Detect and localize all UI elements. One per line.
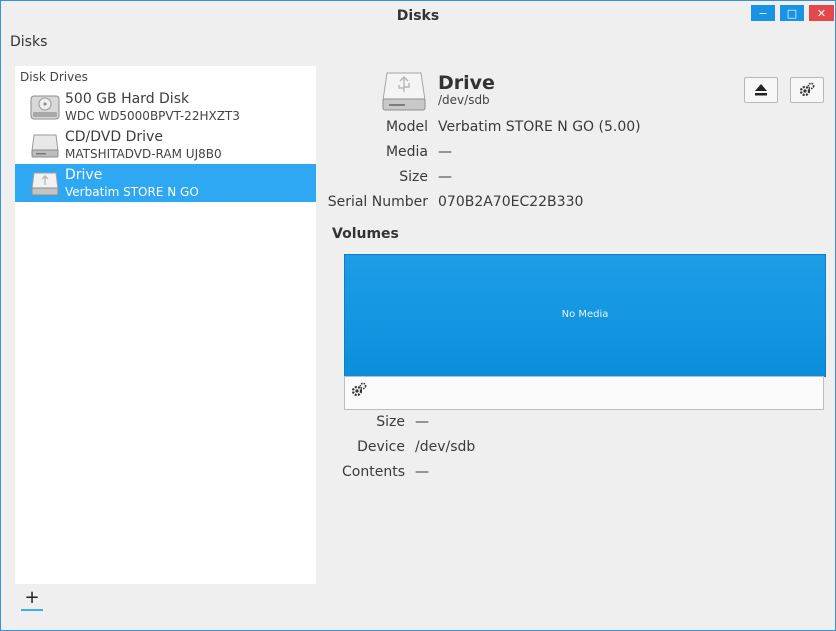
volume-contents-label: Contents <box>342 464 405 480</box>
title-bar[interactable]: Disks − □ ✕ <box>1 1 835 29</box>
disks-window: Disks − □ ✕ Disks Disk Drives 500 GB Har… <box>0 0 836 631</box>
drive-name: 500 GB Hard Disk <box>65 91 190 107</box>
optical-drive-icon <box>31 134 59 158</box>
usb-drive-icon <box>31 172 59 196</box>
volumes-heading: Volumes <box>332 226 399 242</box>
sidebar-item-optical-drive[interactable]: CD/DVD Drive MATSHITADVD-RAM UJ8B0 <box>15 126 316 164</box>
drive-model: WDC WD5000BPVT-22HXZT3 <box>65 109 240 123</box>
drive-name: CD/DVD Drive <box>65 129 163 145</box>
model-label: Model <box>385 119 428 135</box>
serial-number-label: Serial Number <box>327 194 428 210</box>
eject-button[interactable] <box>744 77 778 103</box>
gear-icon <box>799 82 815 97</box>
volume-size-value: — <box>415 414 429 430</box>
drive-model: Verbatim STORE N GO <box>65 185 199 199</box>
drive-settings-button[interactable] <box>790 77 824 103</box>
window-title: Disks <box>396 8 440 24</box>
drive-model: MATSHITADVD-RAM UJ8B0 <box>65 147 222 161</box>
minimize-button[interactable]: − <box>751 5 775 21</box>
no-media-label: No Media <box>561 309 609 320</box>
app-menu[interactable]: Disks <box>10 34 47 50</box>
close-button[interactable]: ✕ <box>809 5 834 21</box>
volume-toolbar <box>344 376 824 410</box>
media-value: — <box>438 144 452 160</box>
drive-title: Drive <box>438 72 495 94</box>
volume-device-label: Device <box>357 439 405 455</box>
sidebar-item-usb-drive[interactable]: Drive Verbatim STORE N GO <box>15 164 316 202</box>
drive-name: Drive <box>65 167 103 183</box>
volume-size-label: Size <box>376 414 405 430</box>
sidebar-item-hard-disk[interactable]: 500 GB Hard Disk WDC WD5000BPVT-22HXZT3 <box>15 88 316 126</box>
usb-drive-icon <box>382 72 426 111</box>
hard-disk-icon <box>30 95 60 120</box>
eject-icon <box>755 84 767 96</box>
size-label: Size <box>399 169 428 185</box>
sidebar-section-title: Disk Drives <box>20 70 88 84</box>
media-label: Media <box>385 144 428 160</box>
gear-icon[interactable] <box>350 381 368 399</box>
model-value: Verbatim STORE N GO (5.00) <box>438 119 641 135</box>
maximize-button[interactable]: □ <box>780 5 804 21</box>
volume-contents-value: — <box>415 464 429 480</box>
size-value: — <box>438 169 452 185</box>
add-drive-button[interactable]: + <box>21 589 43 611</box>
drive-device-path: /dev/sdb <box>438 93 490 107</box>
drive-list: Disk Drives 500 GB Hard Disk WDC WD5000B… <box>15 66 316 584</box>
volume-map[interactable]: No Media <box>344 254 826 377</box>
volume-device-value: /dev/sdb <box>415 439 476 455</box>
drive-details: Drive /dev/sdb Model Verbatim STORE N GO… <box>323 66 835 606</box>
serial-number-value: 070B2A70EC22B330 <box>438 194 584 210</box>
